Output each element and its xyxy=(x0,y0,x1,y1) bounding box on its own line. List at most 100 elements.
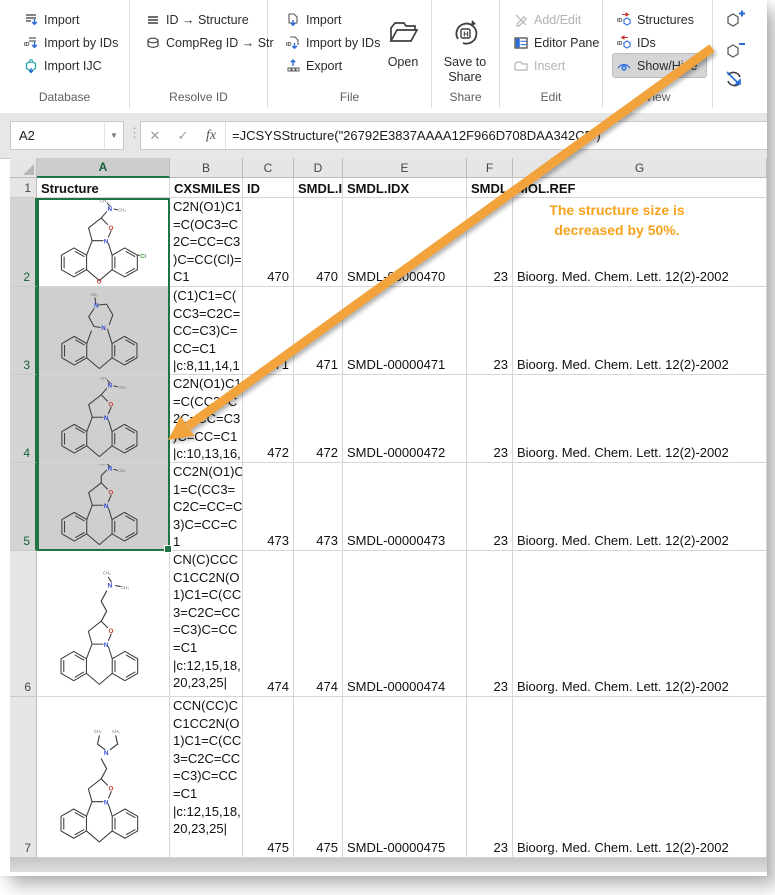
export-button[interactable]: Export xyxy=(282,54,378,77)
import-ids-icon: ID xyxy=(23,35,39,51)
row-header-3[interactable]: 3 xyxy=(10,287,37,375)
open-button[interactable]: Open xyxy=(378,8,428,100)
cell-b7[interactable]: CCN(CC)C C1CC2N(O 1)C1=C(CC 3=C2C=CC =C3… xyxy=(170,697,243,858)
cell-f3[interactable]: 23 xyxy=(467,287,513,375)
editor-pane-button[interactable]: Editor Pane xyxy=(510,31,596,54)
cell-g2[interactable]: Bioorg. Med. Chem. Lett. 12(2)-2002 xyxy=(513,198,767,287)
cell-e1[interactable]: SMDL.IDX xyxy=(343,178,467,198)
cell-d6[interactable]: 474 xyxy=(294,551,343,697)
insert-function-button[interactable]: fx xyxy=(197,128,225,144)
cell-f4[interactable]: 23 xyxy=(467,375,513,463)
ribbon-group-edit: Add/Edit Editor Pane Insert Edit xyxy=(500,0,603,108)
cell-f1[interactable]: SMDL.SID xyxy=(467,178,513,198)
cell-c2[interactable]: 470 xyxy=(243,198,294,287)
refresh-icon xyxy=(723,68,745,90)
row-header-1[interactable]: 1 xyxy=(10,178,37,198)
cell-c5[interactable]: 473 xyxy=(243,463,294,551)
cell-f5[interactable]: 23 xyxy=(467,463,513,551)
cell-b3[interactable]: (C1)C1=C( CC3=C2C= CC=C3)C= CC=C1 |c:8,1… xyxy=(170,287,243,375)
column-header-e[interactable]: E xyxy=(343,158,467,178)
svg-text:H: H xyxy=(463,30,468,39)
cell-e7[interactable]: SMDL-00000475 xyxy=(343,697,467,858)
import-ijc-button[interactable]: Import IJC xyxy=(20,54,123,77)
row-header-7[interactable]: 7 xyxy=(10,697,37,858)
cell-f2[interactable]: 23 xyxy=(467,198,513,287)
cell-e3[interactable]: SMDL-00000471 xyxy=(343,287,467,375)
lines-icon xyxy=(145,12,161,28)
cell-a5-structure[interactable]: N H₃CCH₃ xyxy=(37,463,170,551)
cell-g5[interactable]: Bioorg. Med. Chem. Lett. 12(2)-2002 xyxy=(513,463,767,551)
column-header-d[interactable]: D xyxy=(294,158,343,178)
cell-c6[interactable]: 474 xyxy=(243,551,294,697)
show-hide-button[interactable]: Show/Hide xyxy=(613,54,706,77)
cell-g4[interactable]: Bioorg. Med. Chem. Lett. 12(2)-2002 xyxy=(513,375,767,463)
cell-b1[interactable]: CXSMILES xyxy=(170,178,243,198)
column-header-c[interactable]: C xyxy=(243,158,294,178)
cell-d1[interactable]: SMDL.ID xyxy=(294,178,343,198)
cell-c1[interactable]: ID xyxy=(243,178,294,198)
cell-e4[interactable]: SMDL-00000472 xyxy=(343,375,467,463)
import-by-ids-file-button[interactable]: ID Import by IDs xyxy=(282,31,378,54)
row-header-4[interactable]: 4 xyxy=(10,375,37,463)
refresh-structures-button[interactable] xyxy=(721,66,747,92)
cell-g7[interactable]: Bioorg. Med. Chem. Lett. 12(2)-2002 xyxy=(513,697,767,858)
import-file-button[interactable]: Import xyxy=(282,8,378,31)
id-to-structure-label: ID → Structure xyxy=(166,13,249,27)
cell-e5[interactable]: SMDL-00000473 xyxy=(343,463,467,551)
name-box-dropdown[interactable]: ▼ xyxy=(104,122,123,149)
insert-button[interactable]: Insert xyxy=(510,54,596,77)
cell-b4[interactable]: C2N(O1)C1 =C(CC3=C 2C=CC=C3 )C=CC=C1 |c:… xyxy=(170,375,243,463)
import-db-button[interactable]: Import xyxy=(20,8,123,31)
cell-a2-structure[interactable]: N CH₃CH₃ Cl O xyxy=(37,198,170,287)
cell-g3[interactable]: Bioorg. Med. Chem. Lett. 12(2)-2002 xyxy=(513,287,767,375)
cell-e2[interactable]: SMDL-00000470 xyxy=(343,198,467,287)
view-ids-button[interactable]: ID IDs xyxy=(613,31,706,54)
compreg-id-button[interactable]: CompReg ID → Str xyxy=(142,31,261,54)
add-edit-button[interactable]: Add/Edit xyxy=(510,8,596,31)
column-header-b[interactable]: B xyxy=(170,158,243,178)
cell-c7[interactable]: 475 xyxy=(243,697,294,858)
cell-d7[interactable]: 475 xyxy=(294,697,343,858)
import-ijc-label: Import IJC xyxy=(44,59,102,73)
increase-structure-size-button[interactable] xyxy=(721,8,747,34)
id-to-structure-button[interactable]: ID → Structure xyxy=(142,8,261,31)
import-by-ids-db-button[interactable]: ID Import by IDs xyxy=(20,31,123,54)
cell-a1[interactable]: Structure xyxy=(37,178,170,198)
cell-a6-structure[interactable]: N CH₃ CH₃ xyxy=(37,551,170,697)
cell-d2[interactable]: 470 xyxy=(294,198,343,287)
cell-c4[interactable]: 472 xyxy=(243,375,294,463)
cell-d3[interactable]: 471 xyxy=(294,287,343,375)
select-all-corner[interactable] xyxy=(10,158,37,178)
cell-c3[interactable]: 471 xyxy=(243,287,294,375)
cell-b6[interactable]: CN(C)CCC C1CC2N(O 1)C1=C(CC 3=C2C=CC =C3… xyxy=(170,551,243,697)
cell-a7-structure[interactable]: N CH₃ CH₃ xyxy=(37,697,170,858)
cancel-formula-button[interactable]: ✕ xyxy=(141,128,169,144)
row-header-6[interactable]: 6 xyxy=(10,551,37,697)
decrease-structure-size-button[interactable] xyxy=(721,37,747,63)
svg-text:CH₃: CH₃ xyxy=(100,376,108,381)
accept-formula-button[interactable]: ✓ xyxy=(169,128,197,144)
row-header-5[interactable]: 5 xyxy=(10,463,37,551)
cell-b5[interactable]: CC2N(O1)C 1=C(CC3= C2C=CC=C 3)C=CC=C 1 xyxy=(170,463,243,551)
hexagon-minus-icon xyxy=(723,39,745,61)
cell-d4[interactable]: 472 xyxy=(294,375,343,463)
cell-a3-structure[interactable]: N N CH₃ xyxy=(37,287,170,375)
cell-g1[interactable]: MOL.REF xyxy=(513,178,767,198)
cell-d5[interactable]: 473 xyxy=(294,463,343,551)
save-to-share-button[interactable]: H Save to Share xyxy=(440,8,490,100)
cell-g6[interactable]: Bioorg. Med. Chem. Lett. 12(2)-2002 xyxy=(513,551,767,697)
svg-text:O: O xyxy=(97,278,102,285)
cell-b2[interactable]: C2N(O1)C1 =C(OC3=C 2C=CC=C3 )C=CC(Cl)= C… xyxy=(170,198,243,287)
column-header-g[interactable]: G xyxy=(513,158,767,178)
column-header-a[interactable]: A xyxy=(37,158,170,178)
column-header-f[interactable]: F xyxy=(467,158,513,178)
formula-input[interactable]: =JCSYSStructure("26792E3837AAAA12F966D70… xyxy=(225,122,767,149)
cell-e6[interactable]: SMDL-00000474 xyxy=(343,551,467,697)
cell-a4-structure[interactable]: N CH₃CH₃ xyxy=(37,375,170,463)
name-box[interactable]: A2 ▼ xyxy=(10,121,124,150)
cell-f6[interactable]: 23 xyxy=(467,551,513,697)
svg-text:N: N xyxy=(104,750,109,757)
cell-f7[interactable]: 23 xyxy=(467,697,513,858)
row-header-2[interactable]: 2 xyxy=(10,198,37,287)
view-structures-button[interactable]: ID Structures xyxy=(613,8,706,31)
